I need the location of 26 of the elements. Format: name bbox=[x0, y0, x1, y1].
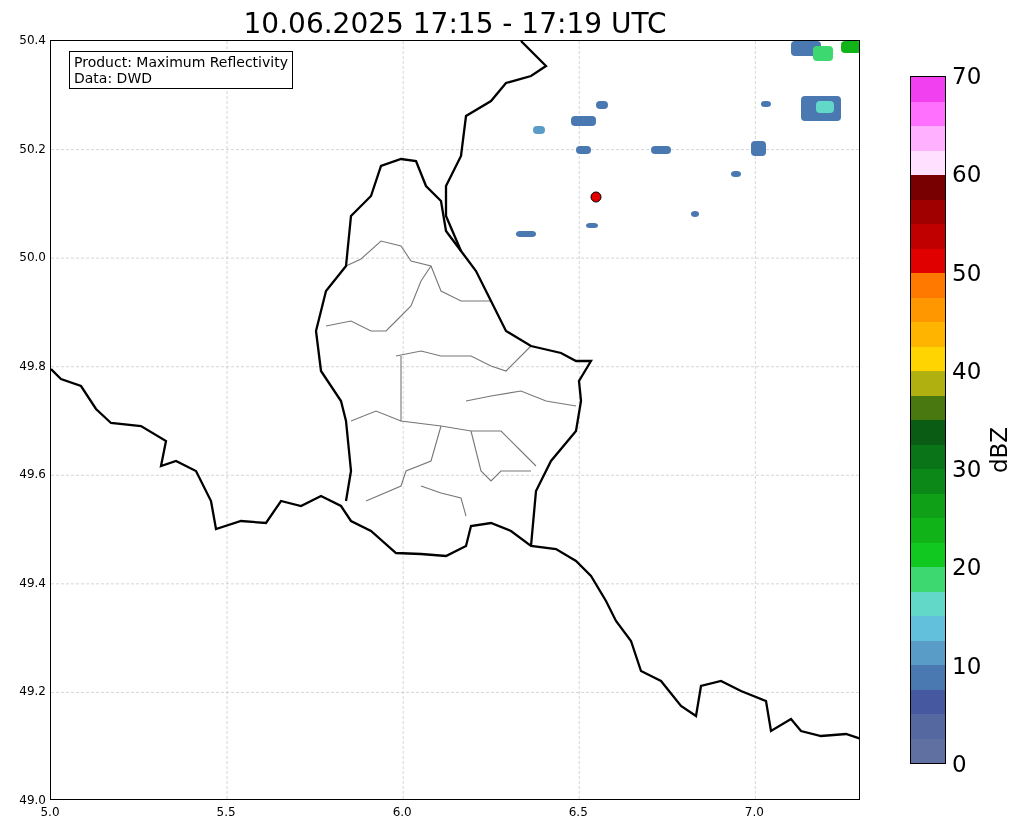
chart-title: 10.06.2025 17:15 - 17:19 UTC bbox=[243, 10, 667, 38]
info-text: Product: Maximum Reflectivity bbox=[74, 54, 288, 70]
y-tick-label: 50.4 bbox=[19, 33, 46, 47]
y-tick-label: 50.0 bbox=[19, 250, 46, 265]
colorbar-tick-label: 10 bbox=[952, 653, 982, 678]
colorbar-tick-label: 0 bbox=[952, 751, 968, 776]
x-tick-label: 6.0 bbox=[392, 805, 412, 819]
info-text: Data: DWD bbox=[74, 70, 153, 86]
colorbar-tick-label: 30 bbox=[952, 457, 982, 482]
y-tick-label: 50.2 bbox=[19, 141, 46, 156]
colorbar-tick-label: 70 bbox=[952, 64, 982, 88]
x-tick-label: 7.0 bbox=[744, 805, 764, 819]
x-tick-label: 5.0 bbox=[40, 805, 60, 819]
colorbar-label: dBZ bbox=[986, 426, 1013, 474]
x-tick-label: 6.5 bbox=[568, 805, 588, 819]
y-tick-label: 49.6 bbox=[19, 467, 46, 482]
y-tick-label: 49.2 bbox=[19, 684, 46, 699]
y-tick-label: 49.4 bbox=[19, 575, 46, 590]
y-tick-label: 49.0 bbox=[19, 792, 46, 807]
x-tick-label: 5.5 bbox=[216, 805, 236, 819]
colorbar-tick-label: 40 bbox=[952, 358, 982, 383]
colorbar-tick-label: 20 bbox=[952, 555, 982, 580]
y-tick-label: 49.8 bbox=[19, 358, 46, 373]
location-marker bbox=[590, 191, 602, 203]
colorbar-tick-label: 50 bbox=[952, 260, 982, 285]
colorbar-tick-label: 60 bbox=[952, 162, 982, 187]
